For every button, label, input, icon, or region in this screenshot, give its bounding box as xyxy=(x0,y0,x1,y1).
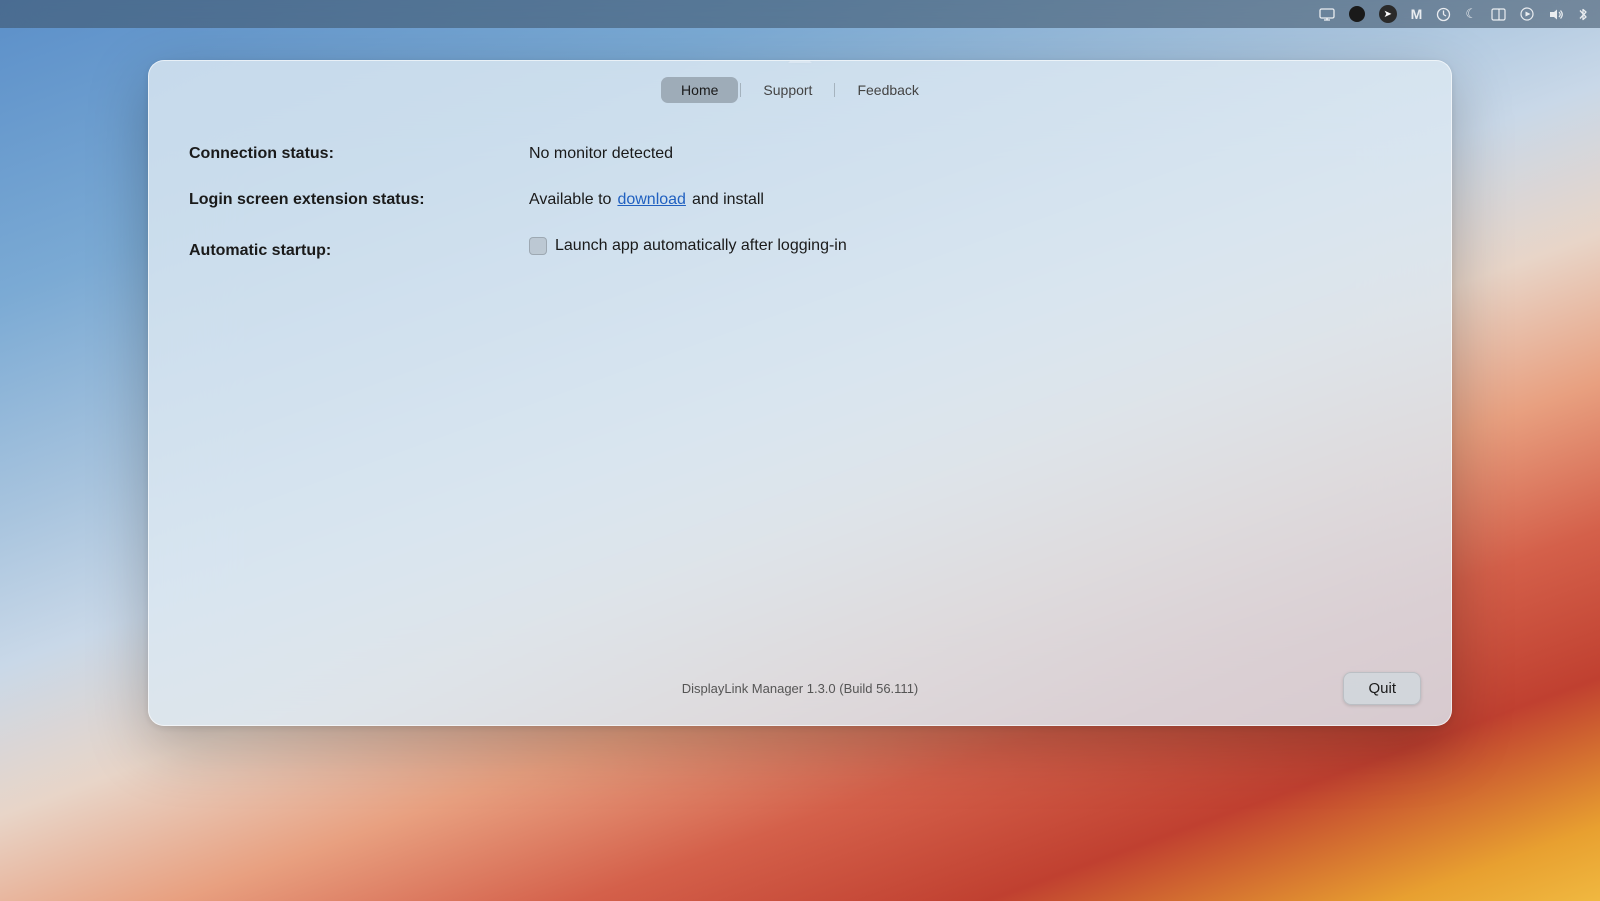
focus-moon-icon[interactable]: ☾ xyxy=(1465,6,1477,22)
tab-home[interactable]: Home xyxy=(661,77,738,103)
login-extension-label: Login screen extension status: xyxy=(189,191,529,209)
window-manager-icon[interactable] xyxy=(1491,8,1506,21)
popup-window: Home Support Feedback Connection status:… xyxy=(148,60,1452,726)
version-text: DisplayLink Manager 1.3.0 (Build 56.111) xyxy=(593,681,1007,696)
malwarebytes-icon[interactable]: M xyxy=(1411,6,1423,22)
popup-caret xyxy=(788,60,812,63)
auto-startup-checkbox-container: Launch app automatically after logging-i… xyxy=(529,237,847,255)
tab-separator-2 xyxy=(834,83,835,97)
automatic-startup-label: Automatic startup: xyxy=(189,242,529,260)
location-arrow-icon[interactable]: ➤ xyxy=(1379,5,1397,23)
connection-status-value: No monitor detected xyxy=(529,145,673,163)
volume-icon[interactable] xyxy=(1548,8,1564,21)
quit-button[interactable]: Quit xyxy=(1343,672,1421,705)
auto-startup-text: Launch app automatically after logging-i… xyxy=(555,237,847,255)
login-extension-suffix: and install xyxy=(692,191,764,209)
connection-status-row: Connection status: No monitor detected xyxy=(189,145,1411,163)
tab-separator-1 xyxy=(740,83,741,97)
auto-startup-checkbox[interactable] xyxy=(529,237,547,255)
tab-bar: Home Support Feedback xyxy=(149,61,1451,115)
login-extension-row: Login screen extension status: Available… xyxy=(189,191,1411,209)
black-circle-icon[interactable] xyxy=(1349,6,1365,22)
content-area: Connection status: No monitor detected L… xyxy=(149,115,1451,658)
tab-feedback[interactable]: Feedback xyxy=(837,77,938,103)
automatic-startup-row: Automatic startup: Launch app automatica… xyxy=(189,237,1411,260)
bluetooth-icon[interactable] xyxy=(1578,7,1588,22)
footer: DisplayLink Manager 1.3.0 (Build 56.111)… xyxy=(149,658,1451,725)
login-extension-prefix: Available to xyxy=(529,191,611,209)
menubar: ➤ M ☾ xyxy=(0,0,1600,28)
monitor-icon[interactable] xyxy=(1319,8,1335,21)
connection-status-label: Connection status: xyxy=(189,145,529,163)
download-link[interactable]: download xyxy=(617,191,686,209)
screen-recorder-icon[interactable] xyxy=(1520,7,1534,21)
login-extension-value: Available to download and install xyxy=(529,191,764,209)
tab-support[interactable]: Support xyxy=(743,77,832,103)
automatic-startup-value: Launch app automatically after logging-i… xyxy=(529,237,847,255)
time-machine-icon[interactable] xyxy=(1436,7,1451,22)
